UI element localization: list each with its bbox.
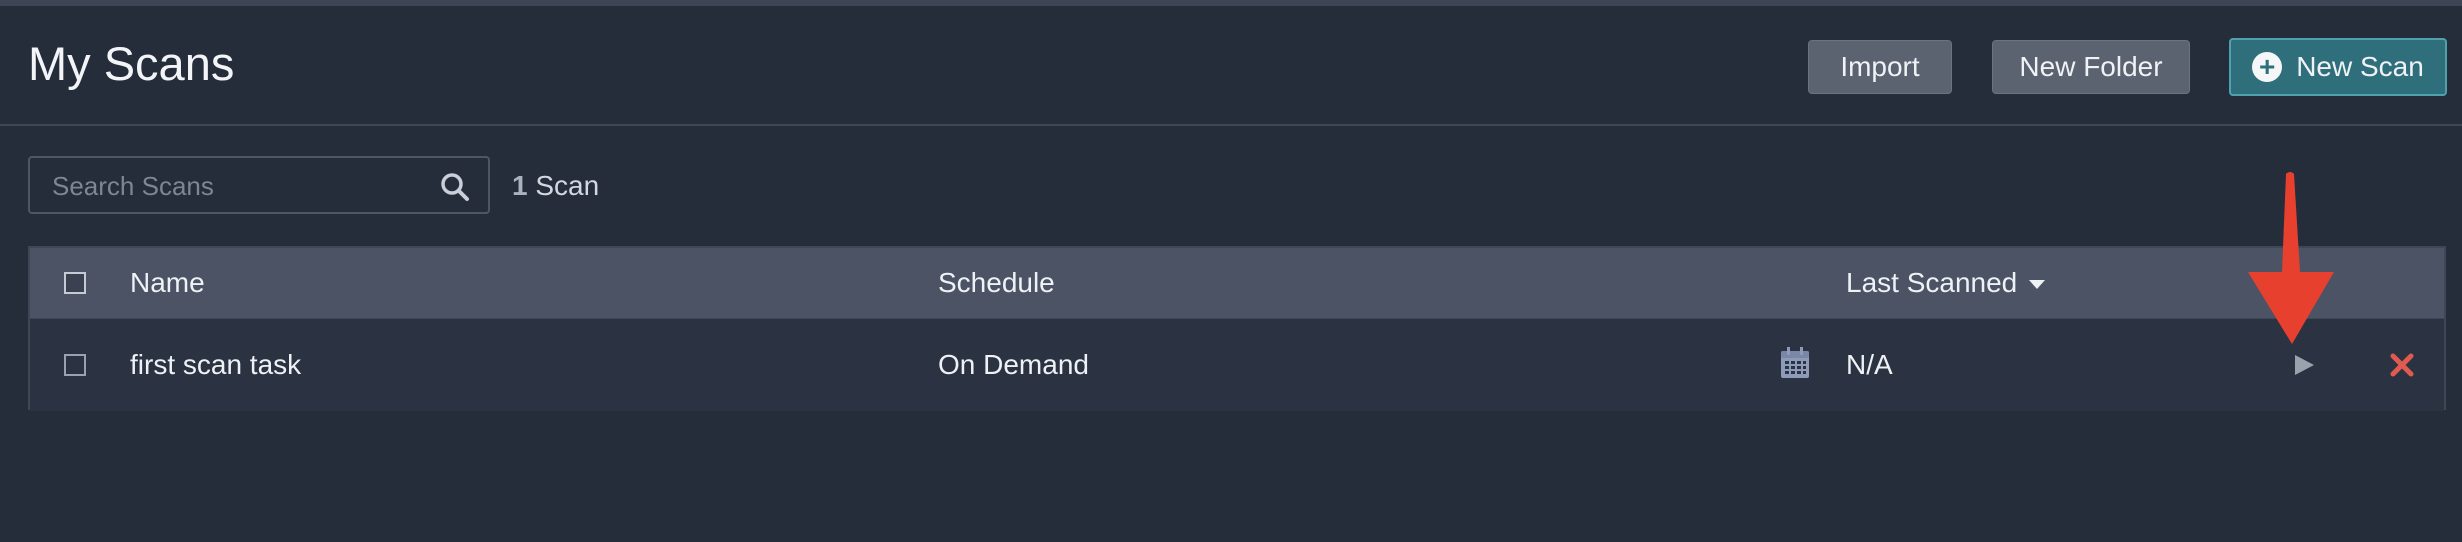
page-title: My Scans: [28, 37, 235, 90]
scan-count: 1 Scan: [512, 170, 599, 202]
column-header-last-scanned[interactable]: Last Scanned: [1846, 267, 2046, 299]
calendar-icon[interactable]: [1780, 347, 1810, 379]
scan-count-number: 1: [512, 170, 528, 201]
column-header-name[interactable]: Name: [130, 267, 205, 299]
search-icon[interactable]: [440, 172, 470, 202]
row-checkbox[interactable]: [64, 354, 86, 376]
search-box: [28, 156, 490, 214]
column-header-schedule[interactable]: Schedule: [938, 267, 1055, 299]
scan-count-unit: Scan: [535, 170, 600, 201]
close-icon[interactable]: [2388, 351, 2416, 379]
column-header-last-scanned-label: Last Scanned: [1846, 267, 2018, 298]
scan-last-scanned: N/A: [1846, 349, 1893, 380]
new-scan-button-label: New Scan: [2296, 51, 2424, 82]
new-folder-button[interactable]: New Folder: [1992, 40, 2190, 94]
red-arrow-annotation: [2248, 172, 2334, 344]
new-scan-button[interactable]: + New Scan: [2229, 38, 2447, 96]
scan-schedule: On Demand: [938, 349, 1089, 380]
search-input[interactable]: [50, 166, 424, 206]
scan-name[interactable]: first scan task: [130, 349, 301, 381]
table-header: Name Schedule Last Scanned: [30, 248, 2444, 318]
table-row[interactable]: first scan task On Demand N/A: [30, 318, 2444, 411]
page-header: My Scans Import New Folder + New Scan: [0, 6, 2462, 126]
import-button[interactable]: Import: [1808, 40, 1952, 94]
sort-caret-icon: [2029, 280, 2046, 290]
plus-circle-icon: +: [2252, 52, 2283, 82]
play-icon[interactable]: [2290, 351, 2318, 379]
scans-table: Name Schedule Last Scanned first scan ta…: [28, 246, 2446, 411]
import-button-label: Import: [1840, 51, 1920, 82]
new-folder-button-label: New Folder: [2019, 51, 2163, 82]
select-all-checkbox[interactable]: [64, 272, 86, 294]
